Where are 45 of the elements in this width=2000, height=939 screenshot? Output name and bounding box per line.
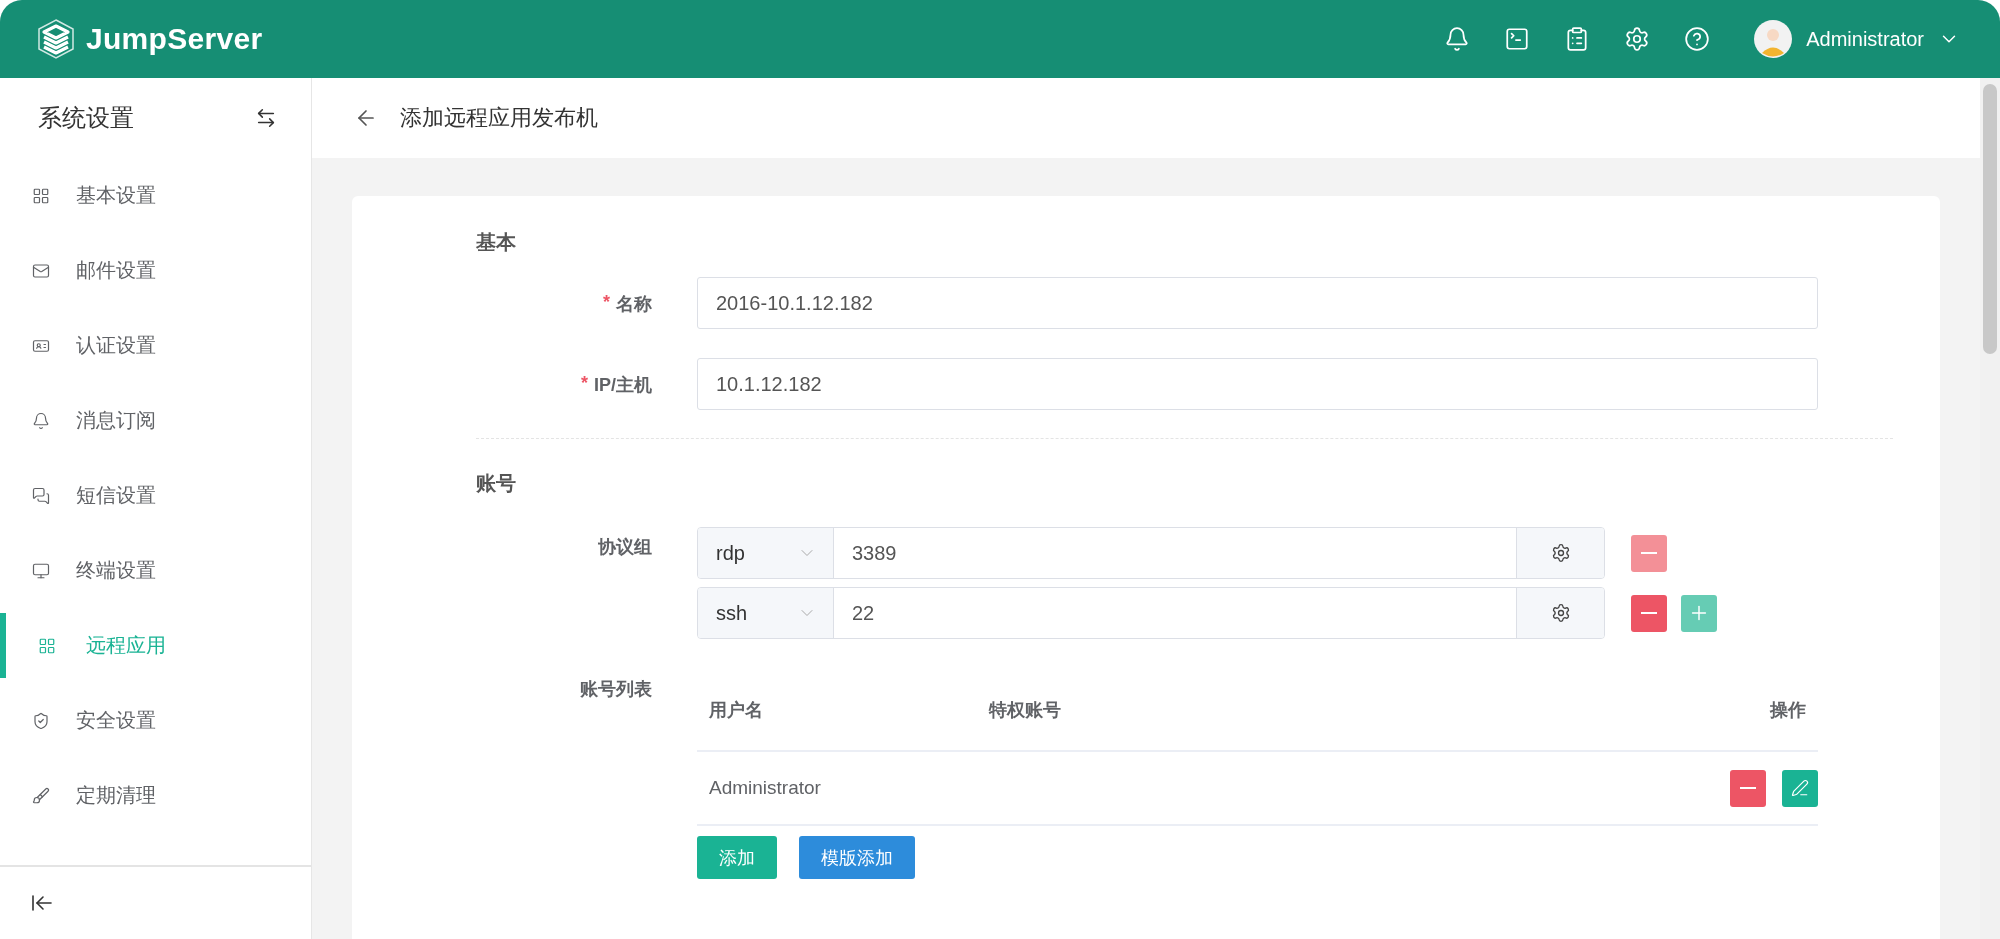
remove-button[interactable] bbox=[1631, 594, 1667, 632]
pencil-icon bbox=[1791, 779, 1809, 797]
sidebar-title: 系统设置 bbox=[38, 103, 134, 133]
grid-icon bbox=[32, 186, 50, 205]
sidebar-item[interactable]: 基本设置 bbox=[0, 158, 311, 233]
chat-icon bbox=[32, 486, 50, 505]
remove-button[interactable] bbox=[1730, 769, 1766, 807]
section-title: 账号 bbox=[476, 470, 517, 496]
edit-button[interactable] bbox=[1782, 769, 1818, 807]
sidebar-item[interactable]: 邮件设置 bbox=[0, 233, 311, 308]
terminal-icon bbox=[32, 561, 50, 580]
sidebar-item[interactable]: 定期清理 bbox=[0, 758, 311, 833]
bell-icon bbox=[32, 411, 50, 430]
sidebar-item[interactable]: 消息订阅 bbox=[0, 383, 311, 458]
sidebar-item[interactable]: 短信设置 bbox=[0, 458, 311, 533]
minus-icon bbox=[1641, 612, 1657, 614]
page-title: 添加远程应用发布机 bbox=[400, 104, 598, 132]
field-label: IP/主机 bbox=[594, 374, 652, 397]
input-field[interactable]: 2016-10.1.12.182 bbox=[697, 277, 1818, 329]
shield-icon bbox=[32, 711, 50, 730]
section-title: 基本 bbox=[476, 229, 517, 255]
column-header: 特权账号 bbox=[989, 698, 1061, 722]
column-header: 操作 bbox=[1770, 698, 1806, 722]
form-button[interactable]: 模版添加 bbox=[799, 836, 915, 879]
avatar-icon bbox=[1754, 20, 1793, 58]
field-label: 账号列表 bbox=[580, 678, 652, 701]
sidebar-item[interactable]: 安全设置 bbox=[0, 683, 311, 758]
required-mark: * bbox=[603, 292, 610, 313]
minus-icon bbox=[1641, 552, 1657, 554]
field-label: 名称 bbox=[616, 293, 652, 316]
brand-name: JumpServer bbox=[86, 22, 263, 56]
mail-icon bbox=[32, 261, 50, 280]
minus-icon bbox=[1740, 787, 1756, 789]
column-header: 用户名 bbox=[709, 698, 763, 722]
table-cell-text: Administrator bbox=[709, 777, 822, 799]
field-label: 协议组 bbox=[598, 536, 652, 559]
required-mark: * bbox=[580, 373, 588, 394]
grid-icon bbox=[38, 636, 56, 655]
sidebar-item[interactable]: 认证设置 bbox=[0, 308, 311, 383]
sidebar-item[interactable]: 终端设置 bbox=[0, 533, 311, 608]
logo-icon bbox=[36, 18, 76, 60]
input-field[interactable]: 10.1.12.182 bbox=[697, 358, 1818, 410]
swap-icon[interactable] bbox=[255, 107, 277, 129]
user-menu[interactable]: Administrator bbox=[1754, 20, 1960, 58]
brush-icon bbox=[32, 786, 50, 805]
